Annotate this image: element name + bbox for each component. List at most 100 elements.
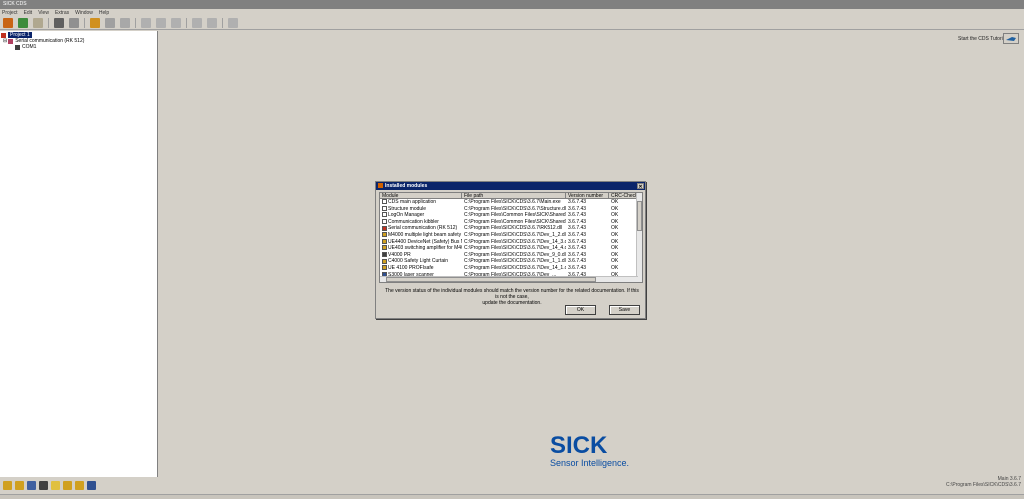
new-project-icon[interactable] bbox=[3, 17, 13, 28]
connect-icon[interactable] bbox=[69, 17, 79, 28]
device-ue403-icon[interactable] bbox=[63, 481, 72, 490]
download-icon[interactable] bbox=[156, 17, 166, 28]
save-project-icon[interactable] bbox=[33, 17, 43, 28]
column-header-crc[interactable]: CRC-Check bbox=[609, 193, 637, 198]
help-icon[interactable] bbox=[228, 17, 238, 28]
project-tree-pane: Project 1 ⊟ Serial communication (RK 512… bbox=[0, 31, 158, 477]
add-device-icon[interactable] bbox=[90, 17, 100, 28]
check-icon[interactable] bbox=[207, 17, 217, 28]
cell-module: CDS main application bbox=[380, 199, 462, 206]
table-row[interactable]: LogOn Manager C:\Program Files\Common Fil… bbox=[380, 212, 642, 219]
edit-icon[interactable] bbox=[120, 17, 130, 28]
table-row[interactable]: Communication kibbler C:\Program Files\Co… bbox=[380, 219, 642, 226]
table-row[interactable]: UE4400 DeviceNet (Safety) Bus N... C:\Pro… bbox=[380, 239, 642, 246]
device-v4000-icon[interactable] bbox=[39, 481, 48, 490]
cell-crc-text: OK bbox=[611, 264, 619, 271]
menu-window[interactable]: Window bbox=[75, 10, 93, 16]
upload-icon[interactable] bbox=[141, 17, 151, 28]
vertical-scrollbar[interactable] bbox=[636, 193, 642, 282]
cell-crc-text: OK bbox=[611, 238, 619, 245]
module-icon bbox=[382, 218, 387, 224]
module-icon bbox=[382, 238, 387, 244]
note-line: The version status of the individual mod… bbox=[385, 288, 639, 300]
module-icon bbox=[382, 212, 387, 218]
cell-crc: OK bbox=[609, 225, 637, 232]
scroll-thumb[interactable] bbox=[637, 201, 642, 231]
device-bus-icon[interactable] bbox=[87, 481, 96, 490]
scroll-thumb[interactable] bbox=[386, 277, 596, 282]
modules-list[interactable]: Module File path Version number CRC-Chec… bbox=[379, 192, 643, 283]
version-info: Main 3.6.7 C:\Program Files\SICK\CDS\3.6… bbox=[946, 476, 1021, 488]
cell-module-text: UE403 switching amplifier for M4000 bbox=[388, 245, 462, 252]
cell-crc: OK bbox=[609, 219, 637, 226]
horizontal-scrollbar[interactable] bbox=[380, 276, 638, 282]
cell-version-text: 3.6.7.43 bbox=[568, 225, 587, 232]
cell-module: Serial communication (RK 512) bbox=[380, 225, 462, 232]
device-s3000-icon[interactable] bbox=[27, 481, 36, 490]
hand-tool-icon[interactable] bbox=[105, 17, 115, 28]
table-row[interactable]: M4000 multiple light beam safety d... C:\… bbox=[380, 232, 642, 239]
cell-version: 3.6.7.43 bbox=[566, 239, 609, 246]
cell-module-text: M4000 multiple light beam safety d... bbox=[388, 231, 462, 238]
module-icon bbox=[382, 245, 387, 251]
cell-path-text: C:\Program Files\SICK\CDS\3.6.7\Dev_14_4… bbox=[464, 245, 566, 252]
device-ue4400-icon[interactable] bbox=[51, 481, 60, 490]
close-icon[interactable]: ✕ bbox=[637, 183, 644, 190]
tree-item-com[interactable]: COM1 bbox=[1, 44, 157, 50]
device-c4000-icon[interactable] bbox=[3, 481, 12, 490]
device-ue4100-icon[interactable] bbox=[75, 481, 84, 490]
cell-version-text: 3.6.7.43 bbox=[568, 264, 587, 271]
cell-path-text: C:\Program Files\SICK\CDS\3.6.7\Dev_1_2.… bbox=[464, 231, 566, 238]
module-icon bbox=[382, 251, 387, 257]
cell-module: LogOn Manager bbox=[380, 212, 462, 219]
table-row[interactable]: UE403 switching amplifier for M4000 C:\Pr… bbox=[380, 245, 642, 252]
cell-crc-text: OK bbox=[611, 199, 619, 205]
cell-path-text: C:\Program Files\SICK\CDS\3.6.7\Dev_14_3… bbox=[464, 238, 566, 245]
menu-help[interactable]: Help bbox=[99, 10, 109, 16]
module-icon bbox=[382, 258, 387, 264]
cell-crc-text: OK bbox=[611, 258, 619, 265]
menu-extras[interactable]: Extras bbox=[55, 10, 69, 16]
expand-icon[interactable]: ⊟ bbox=[3, 38, 7, 44]
disconnect-icon[interactable] bbox=[54, 17, 64, 28]
serial-icon bbox=[8, 38, 14, 44]
status-bar bbox=[0, 494, 1024, 499]
device-m4000-icon[interactable] bbox=[15, 481, 24, 490]
table-row[interactable]: C4000 Safety Light Curtain C:\Program Fil… bbox=[380, 258, 642, 265]
menu-view[interactable]: View bbox=[38, 10, 49, 16]
window-title: SICK CDS bbox=[3, 1, 27, 7]
tutorial-hand-icon bbox=[1006, 36, 1016, 41]
menu-edit[interactable]: Edit bbox=[24, 10, 33, 16]
cell-crc-text: OK bbox=[611, 205, 619, 212]
cell-path: C:\Program Files\Common Files\SICK\Share… bbox=[462, 212, 566, 219]
verify-icon[interactable] bbox=[192, 17, 202, 28]
save-button[interactable]: Save bbox=[609, 305, 640, 315]
cell-version-text: 3.6.7.43 bbox=[568, 218, 587, 225]
table-row[interactable]: UE 4100 PROFIsafe C:\Program Files\SICK\C… bbox=[380, 265, 642, 272]
cell-crc: OK bbox=[609, 239, 637, 246]
cell-version: 3.6.7.43 bbox=[566, 212, 609, 219]
note-line: update the documentation. bbox=[482, 300, 542, 306]
column-header-version[interactable]: Version number bbox=[566, 193, 609, 198]
toolbar-separator bbox=[135, 17, 136, 28]
column-header-module[interactable]: Module bbox=[380, 193, 462, 198]
table-row[interactable]: CDS main application C:\Program Files\SIC… bbox=[380, 199, 642, 206]
sick-logo: SICK bbox=[550, 432, 608, 459]
table-row[interactable]: Serial communication (RK 512) C:\Program … bbox=[380, 225, 642, 232]
cell-module: Communication kibbler bbox=[380, 219, 462, 226]
cell-version-text: 3.6.7.43 bbox=[568, 212, 587, 219]
ok-button[interactable]: OK bbox=[565, 305, 596, 315]
cell-module: M4000 multiple light beam safety d... bbox=[380, 232, 462, 239]
cell-module: C4000 Safety Light Curtain bbox=[380, 258, 462, 265]
cell-module-text: UE 4100 PROFIsafe bbox=[388, 264, 434, 271]
table-row[interactable]: V4000 PR C:\Program Files\SICK\CDS\3.6.7\… bbox=[380, 252, 642, 259]
table-row[interactable]: Structure module C:\Program Files\SICK\CD… bbox=[380, 206, 642, 213]
cell-version: 3.6.7.43 bbox=[566, 219, 609, 226]
column-header-path[interactable]: File path bbox=[462, 193, 566, 198]
menu-project[interactable]: Project bbox=[2, 10, 18, 16]
cell-version: 3.6.7.43 bbox=[566, 245, 609, 252]
tutorial-button[interactable] bbox=[1003, 33, 1019, 44]
open-project-icon[interactable] bbox=[18, 17, 28, 28]
compare-icon[interactable] bbox=[171, 17, 181, 28]
cell-version: 3.6.7.43 bbox=[566, 225, 609, 232]
